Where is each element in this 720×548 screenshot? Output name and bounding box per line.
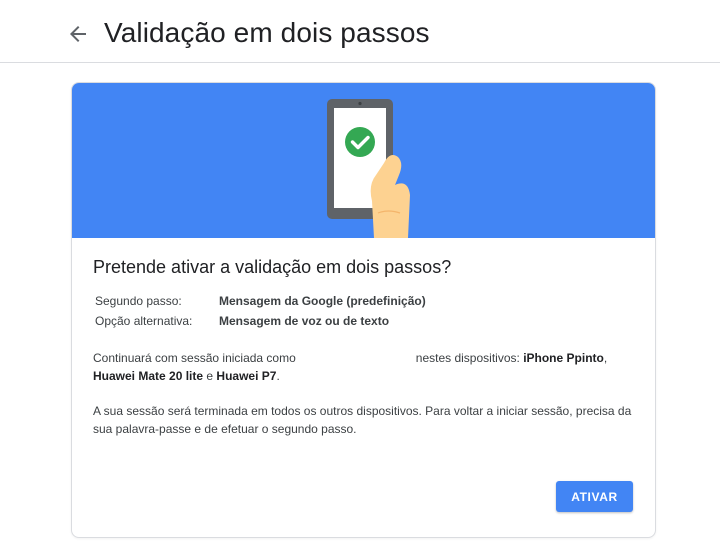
- page-title: Validação em dois passos: [104, 17, 430, 48]
- device-name: Huawei Mate 20 lite: [93, 369, 204, 383]
- detail-value: Mensagem da Google (predefinição): [219, 294, 426, 308]
- detail-label: Opção alternativa:: [95, 314, 193, 328]
- header-bar: Validação em dois passos: [0, 0, 720, 63]
- detail-label: Segundo passo:: [95, 294, 182, 308]
- detail-value: Mensagem de voz ou de texto: [219, 314, 390, 328]
- arrow-back-icon[interactable]: [66, 22, 90, 46]
- confirm-question: Pretende ativar a validação em dois pass…: [93, 257, 452, 277]
- phone-check-icon: [327, 99, 410, 238]
- session-info-text: Continuará com sessão iniciada como neste…: [93, 351, 608, 383]
- signout-warning-text: A sua sessão será terminada em todos os …: [93, 404, 632, 436]
- activate-button[interactable]: ATIVAR: [556, 481, 633, 512]
- device-name: Huawei P7: [216, 369, 277, 383]
- confirmation-card: Pretende ativar a validação em dois pass…: [71, 82, 656, 538]
- banner: [72, 83, 655, 238]
- device-name: iPhone Ppinto: [523, 351, 604, 365]
